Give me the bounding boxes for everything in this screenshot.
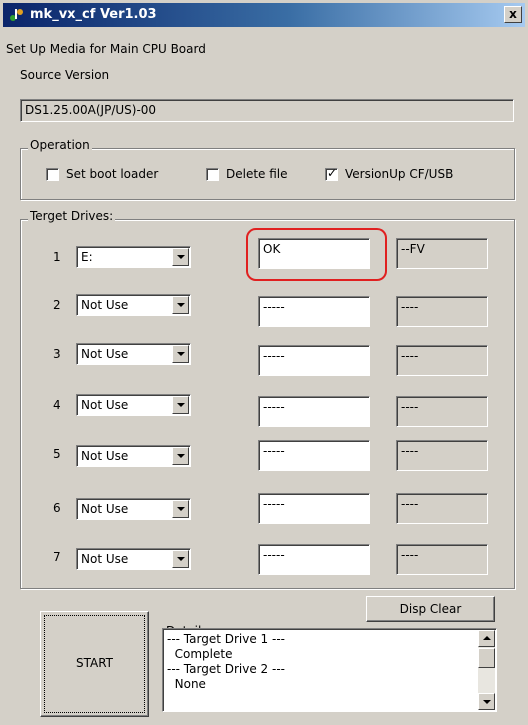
scroll-up-icon[interactable] <box>478 630 495 647</box>
drive-version-field: ---- <box>396 296 488 327</box>
status-highlight <box>246 228 387 281</box>
detail-log[interactable]: --- Target Drive 1 --- Complete --- Targ… <box>162 628 497 712</box>
drive-select[interactable]: E: <box>76 246 191 268</box>
drive-version-field: ---- <box>396 544 488 575</box>
drive-select[interactable]: Not Use <box>76 294 191 316</box>
drive-version-field: --FV <box>396 238 488 269</box>
subtitle: Set Up Media for Main CPU Board <box>6 42 206 56</box>
log-line: None <box>167 677 206 691</box>
scroll-thumb[interactable] <box>478 648 495 668</box>
drive-select-value: Not Use <box>81 398 129 412</box>
drive-number: 1 <box>53 250 61 264</box>
versionup-label: VersionUp CF/USB <box>345 167 454 181</box>
drive-select-value: Not Use <box>81 347 129 361</box>
close-button[interactable]: x <box>504 6 522 23</box>
drive-select-value: E: <box>81 250 93 264</box>
delete-file-label: Delete file <box>226 167 288 181</box>
drive-select-value: Not Use <box>81 502 129 516</box>
drive-select-value: Not Use <box>81 552 129 566</box>
versionup-checkbox[interactable]: ✓ <box>325 166 338 181</box>
chevron-down-icon[interactable] <box>172 550 189 568</box>
scroll-down-icon[interactable] <box>478 693 495 710</box>
chevron-down-icon[interactable] <box>172 345 189 363</box>
drive-version-field: ---- <box>396 345 488 376</box>
chevron-down-icon[interactable] <box>172 248 189 266</box>
drive-select-value: Not Use <box>81 449 129 463</box>
drive-select-value: Not Use <box>81 298 129 312</box>
drive-version-field: ---- <box>396 493 488 524</box>
chevron-down-icon[interactable] <box>172 396 189 414</box>
drive-version-field: ---- <box>396 440 488 471</box>
source-version-field: DS1.25.00A(JP/US)-00 <box>20 99 514 122</box>
drive-select[interactable]: Not Use <box>76 394 191 416</box>
disp-clear-button[interactable]: Disp Clear <box>366 596 495 622</box>
drive-number: 5 <box>53 447 61 461</box>
drive-status-field: ----- <box>258 440 370 471</box>
app-window: mk_vx_cf Ver1.03 x Set Up Media for Main… <box>0 0 528 725</box>
drive-number: 2 <box>53 298 61 312</box>
drive-status-field: ----- <box>258 396 370 427</box>
drive-version-field: ---- <box>396 396 488 427</box>
chevron-down-icon[interactable] <box>172 500 189 518</box>
operation-caption: Operation <box>28 138 92 152</box>
drive-number: 7 <box>53 550 61 564</box>
check-mark-icon: ✓ <box>327 166 338 180</box>
delete-file-checkbox[interactable] <box>206 168 219 181</box>
drive-select[interactable]: Not Use <box>76 498 191 520</box>
window-title: mk_vx_cf Ver1.03 <box>30 7 157 22</box>
drive-status-field: ----- <box>258 544 370 575</box>
drive-status-field: ----- <box>258 345 370 376</box>
start-button[interactable]: START <box>40 611 149 717</box>
source-version-label: Source Version <box>20 68 110 82</box>
drive-status-field: ----- <box>258 296 370 327</box>
log-line: Complete <box>167 647 233 661</box>
log-line: --- Target Drive 2 --- <box>167 662 285 676</box>
set-boot-loader-checkbox[interactable] <box>46 168 59 181</box>
drive-select[interactable]: Not Use <box>76 343 191 365</box>
drive-status-field: ----- <box>258 493 370 524</box>
drive-number: 3 <box>53 347 61 361</box>
target-drives-caption: Terget Drives: <box>28 209 116 223</box>
drive-number: 6 <box>53 501 61 515</box>
set-boot-loader-label: Set boot loader <box>66 167 159 181</box>
app-icon <box>10 9 23 21</box>
chevron-down-icon[interactable] <box>172 447 189 465</box>
title-bar[interactable]: mk_vx_cf Ver1.03 x <box>3 3 525 27</box>
drive-number: 4 <box>53 398 61 412</box>
drive-select[interactable]: Not Use <box>76 548 191 570</box>
drive-select[interactable]: Not Use <box>76 445 191 467</box>
log-line: --- Target Drive 1 --- <box>167 632 285 646</box>
vertical-scrollbar[interactable] <box>478 630 495 710</box>
chevron-down-icon[interactable] <box>172 296 189 314</box>
